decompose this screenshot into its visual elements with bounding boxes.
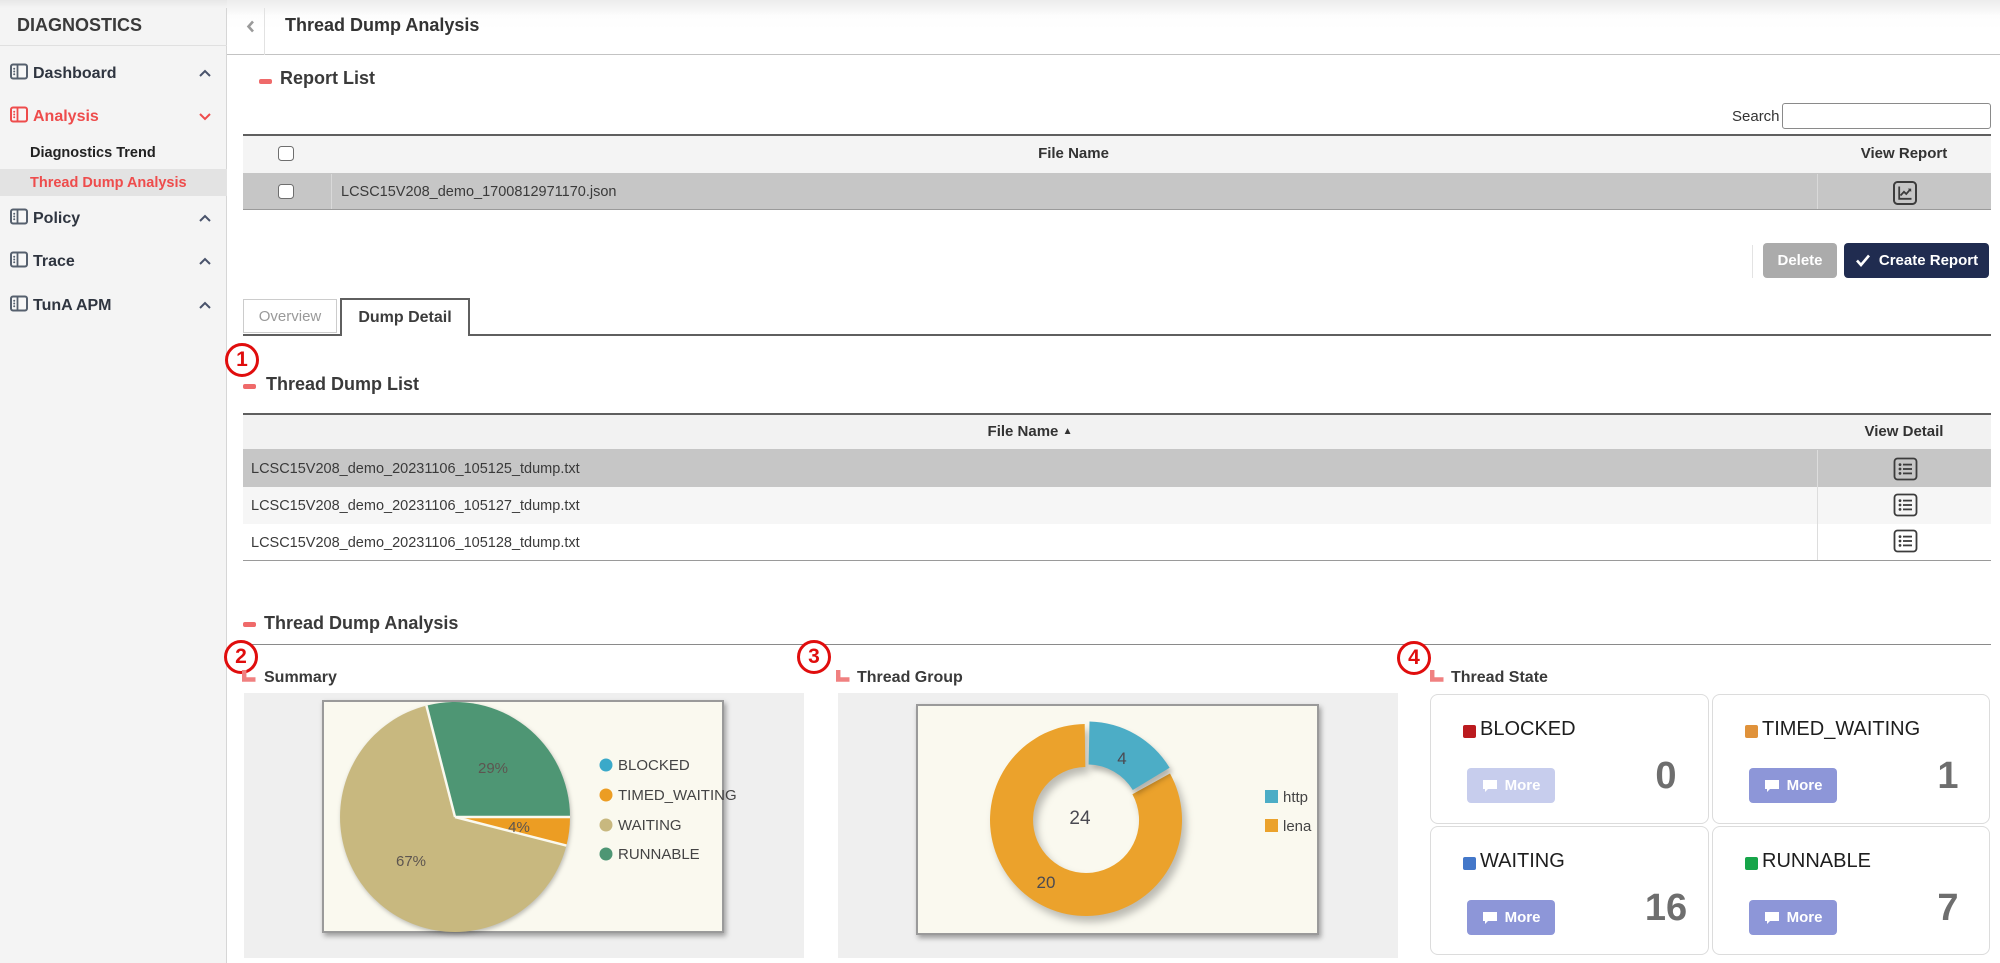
svg-text:TIMED_WAITING: TIMED_WAITING xyxy=(618,787,737,804)
svg-text:http: http xyxy=(1283,789,1308,806)
svg-text:67%: 67% xyxy=(396,853,426,870)
svg-text:29%: 29% xyxy=(478,760,508,777)
svg-text:lena: lena xyxy=(1283,818,1312,835)
svg-text:24: 24 xyxy=(1069,808,1091,829)
svg-text:BLOCKED: BLOCKED xyxy=(618,757,690,774)
svg-text:4: 4 xyxy=(1117,749,1126,768)
svg-text:20: 20 xyxy=(1037,873,1056,892)
svg-text:WAITING: WAITING xyxy=(618,817,682,834)
svg-text:RUNNABLE: RUNNABLE xyxy=(618,846,700,863)
svg-text:4%: 4% xyxy=(508,819,530,836)
